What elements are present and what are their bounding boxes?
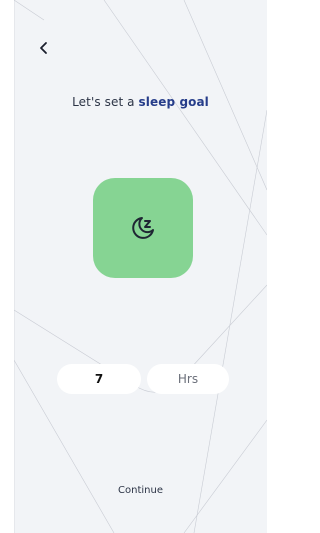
title-prefix: Let's set a [72,95,135,109]
sleep-goal-tile [93,178,193,278]
unit-selector[interactable]: Hrs [147,364,229,394]
moon-sleep-icon [132,217,154,239]
continue-button[interactable]: Continue [14,485,267,496]
page-title: Let's set a sleep goal [14,95,267,109]
hours-input[interactable]: 7 [57,364,141,394]
sleep-goal-screen: Let's set a sleep goal 7 Hrs Continue [14,0,267,533]
back-button[interactable] [32,36,56,60]
title-highlight: sleep goal [138,95,209,109]
chevron-left-icon [40,42,47,54]
